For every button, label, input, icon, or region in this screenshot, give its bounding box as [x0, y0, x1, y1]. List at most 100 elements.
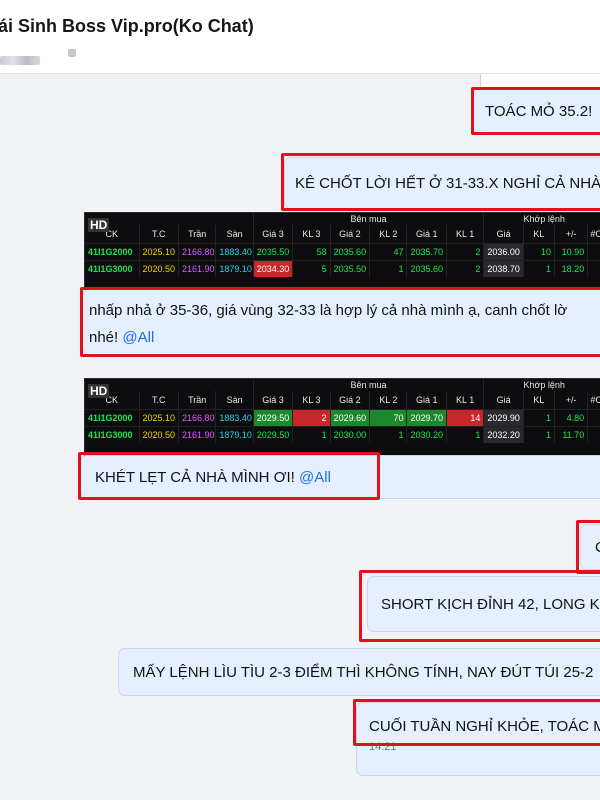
column-header: Sàn: [215, 225, 254, 243]
table-cell: 1: [523, 408, 555, 426]
column-header: Sàn: [215, 391, 254, 409]
table-cell: [587, 242, 600, 260]
table-cell: 2036.00: [483, 242, 524, 260]
table-cell: [587, 259, 600, 277]
table-cell: 2038.70: [483, 259, 524, 277]
column-header: KL: [523, 391, 555, 409]
table-cell: 1883.40: [215, 242, 254, 260]
column-header: KL: [523, 225, 555, 243]
table-cell: 2029.50: [253, 425, 294, 443]
mention-all-link[interactable]: @All: [122, 329, 154, 346]
table-cell: 2025.10: [139, 242, 179, 260]
table-cell: [587, 425, 600, 443]
hd-badge: HD: [88, 384, 110, 398]
buy-group-header: Bên mua: [253, 213, 485, 225]
table-cell: 2025.10: [139, 408, 179, 426]
table-cell: 2035.50: [253, 242, 294, 260]
symbol-cell: 41I1G2000: [85, 408, 140, 426]
table-cell: 11.70: [554, 425, 589, 443]
price-board-table: Bên mua Khớp lệnh CK T.C Trần Sàn Giá 3 KL 3G…: [85, 379, 600, 443]
column-header: KL 1: [446, 225, 485, 243]
table-cell: 1883.40: [215, 408, 254, 426]
price-board-table: Bên mua Khớp lệnh CK T.C Trần Sàn Giá 3 KL 3G…: [85, 213, 600, 277]
table-cell: 18.20: [554, 259, 589, 277]
table-cell: 1: [369, 425, 408, 443]
table-cell: 1: [523, 425, 555, 443]
column-header: Giá: [483, 391, 524, 409]
column-header: KL 1: [446, 391, 485, 409]
column-header: Giá 1: [406, 391, 447, 409]
message-bubble[interactable]: KHÉT LẸT CẢ NHÀ MÌNH ƠI! @All: [80, 455, 600, 499]
column-header: Trần: [178, 391, 217, 409]
table-row: 41I1G3000 2020.50 2161.90 1879.10 2034.30 5 20…: [85, 259, 600, 277]
table-cell: 10.90: [554, 242, 589, 260]
column-header: Giá 3: [253, 225, 294, 243]
column-header: #C: [587, 391, 600, 409]
stock-table-image[interactable]: HD Bên mua Khớp lệnh CK T.C Trần Sàn Giá 3 KL…: [84, 212, 600, 290]
chat-title[interactable]: ái Sinh Boss Vip.pro(Ko Chat): [0, 16, 254, 37]
column-header: KL 3: [292, 391, 331, 409]
table-cell: 2161.90: [178, 425, 217, 443]
message-bubble[interactable]: KÊ CHỐT LỜI HẾT Ở 31-33.X NGHỈ CẢ NHÀ: [284, 157, 600, 209]
member-info-blurred: [0, 56, 40, 65]
table-cell: 1: [369, 259, 408, 277]
column-header: +/-: [554, 225, 589, 243]
table-cell: 2035.70: [406, 242, 447, 260]
table-cell: 1: [523, 259, 555, 277]
table-cell: 2029.60: [330, 408, 371, 426]
table-cell: 1879.10: [215, 259, 254, 277]
message-text: TOÁC MỎ 35.2!: [485, 103, 593, 120]
message-timestamp: 14:21: [369, 741, 397, 753]
table-cell: 4.80: [554, 408, 589, 426]
table-row: 41I1G2000 2025.10 2166.80 1883.40 2029.50 2 20…: [85, 408, 600, 426]
mention-all-link[interactable]: @All: [299, 469, 331, 486]
buy-group-header: Bên mua: [253, 379, 485, 391]
table-cell: 2035.50: [330, 259, 371, 277]
column-header: T.C: [139, 391, 179, 409]
member-avatar-blurred: [68, 49, 76, 57]
match-group-header: Khớp lệnh: [483, 213, 600, 225]
column-header: +/-: [554, 391, 589, 409]
table-cell: 2020.50: [139, 425, 179, 443]
column-header: KL 2: [369, 391, 408, 409]
column-header: Trần: [178, 225, 217, 243]
table-cell: 5: [292, 259, 331, 277]
message-bubble[interactable]: nhấp nhả ở 35-36, giá vùng 32-33 là hợp …: [82, 289, 600, 355]
table-cell: 1: [292, 425, 331, 443]
table-cell: 2: [292, 408, 331, 426]
match-group-header: Khớp lệnh: [483, 379, 600, 391]
stock-table-image[interactable]: HD Bên mua Khớp lệnh CK T.C Trần Sàn Giá 3 KL…: [84, 378, 600, 456]
table-cell: 47: [369, 242, 408, 260]
column-header: KL 3: [292, 225, 331, 243]
column-header: Giá: [483, 225, 524, 243]
message-bubble[interactable]: TOÁC MỎ 35.2!: [472, 88, 600, 134]
message-bubble[interactable]: CUỐI TUẦN NGHỈ KHỎE, TOÁC M 14:21: [356, 702, 600, 776]
message-text: MẤY LỆNH LÌU TÌU 2-3 ĐIỂM THÌ KHÔNG TÍNH…: [133, 664, 594, 681]
symbol-cell: 41I1G2000: [85, 242, 140, 260]
table-cell: 10: [523, 242, 555, 260]
column-header: Giá 2: [330, 225, 371, 243]
column-header: Giá 3: [253, 391, 294, 409]
table-cell: 70: [369, 408, 408, 426]
column-header: KL 2: [369, 225, 408, 243]
table-cell: 2034.30: [253, 259, 294, 277]
message-bubble[interactable]: C: [580, 524, 600, 570]
column-header: Giá 1: [406, 225, 447, 243]
table-cell: 2029.90: [483, 408, 524, 426]
message-bubble[interactable]: MẤY LỆNH LÌU TÌU 2-3 ĐIỂM THÌ KHÔNG TÍNH…: [118, 648, 600, 696]
table-cell: 2161.90: [178, 259, 217, 277]
message-text: CUỐI TUẦN NGHỈ KHỎE, TOÁC M: [369, 718, 600, 735]
column-header: #C: [587, 225, 600, 243]
table-cell: 14: [446, 408, 485, 426]
table-cell: 2029.50: [253, 408, 294, 426]
table-row: 41I1G3000 2020.50 2161.90 1879.10 2029.50 1 20…: [85, 425, 600, 443]
table-cell: 2029.70: [406, 408, 447, 426]
message-text-line: nhấp nhả ở 35-36, giá vùng 32-33 là hợp …: [89, 302, 568, 319]
table-row: 41I1G2000 2025.10 2166.80 1883.40 2035.50 58 2…: [85, 242, 600, 260]
table-cell: 2020.50: [139, 259, 179, 277]
message-bubble[interactable]: SHORT KỊCH ĐỈNH 42, LONG K: [367, 576, 600, 632]
table-cell: 2032.20: [483, 425, 524, 443]
message-text-line: nhé!: [89, 329, 119, 346]
table-cell: 2: [446, 259, 485, 277]
table-cell: 1879.10: [215, 425, 254, 443]
